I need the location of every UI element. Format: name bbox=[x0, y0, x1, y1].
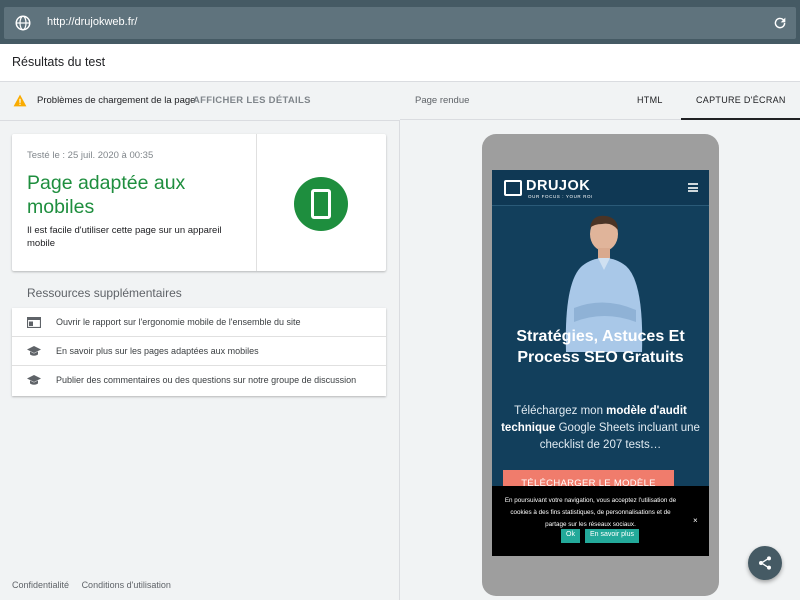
cookie-text: En poursuivant votre navigation, vous ac… bbox=[504, 497, 677, 528]
url-text[interactable]: http://drujokweb.fr/ bbox=[47, 16, 138, 28]
rendered-page-label: Page rendue bbox=[415, 95, 470, 106]
cookie-ok-button: Ok bbox=[561, 529, 580, 543]
reload-icon[interactable] bbox=[772, 15, 788, 31]
rendered-page-pane: Page rendue HTML CAPTURE D'ÉCRAN DRUJOK … bbox=[400, 82, 800, 600]
cookie-banner: En poursuivant votre navigation, vous ac… bbox=[492, 486, 709, 556]
phone-frame: DRUJOK OUR FOCUS : YOUR ROI Stratégies, … bbox=[482, 134, 719, 596]
resource-item-usability-report[interactable]: Ouvrir le rapport sur l'ergonomie mobile… bbox=[12, 308, 386, 337]
url-field[interactable]: http://drujokweb.fr/ bbox=[4, 7, 796, 39]
drujok-logo-icon bbox=[504, 180, 522, 196]
share-icon bbox=[759, 556, 771, 570]
mobile-friendly-badge bbox=[294, 177, 348, 231]
graduation-cap-icon bbox=[27, 375, 41, 385]
globe-icon bbox=[15, 15, 31, 31]
active-tab-indicator bbox=[681, 118, 800, 120]
url-bar: http://drujokweb.fr/ bbox=[0, 0, 800, 44]
verdict-description: Il est facile d'utiliser cette page sur … bbox=[27, 225, 222, 249]
resource-label[interactable]: En savoir plus sur les pages adaptées au… bbox=[56, 346, 259, 356]
resources-list: Ouvrir le rapport sur l'ergonomie mobile… bbox=[12, 308, 386, 396]
verdict-text-block: Testé le : 25 juil. 2020 à 00:35 Page ad… bbox=[12, 134, 257, 271]
page-title: Résultats du test bbox=[12, 55, 106, 69]
results-header: Résultats du test bbox=[0, 44, 800, 82]
graduation-cap-icon bbox=[27, 346, 41, 356]
smartphone-icon bbox=[311, 189, 331, 219]
warning-icon bbox=[13, 94, 27, 107]
resource-item-discussion-group[interactable]: Publier des commentaires ou des question… bbox=[12, 366, 386, 395]
render-tabs: Page rendue HTML CAPTURE D'ÉCRAN bbox=[400, 82, 800, 120]
cookie-learn-more-button: En savoir plus bbox=[585, 529, 639, 543]
terms-link[interactable]: Conditions d'utilisation bbox=[82, 580, 171, 590]
rendered-screenshot: DRUJOK OUR FOCUS : YOUR ROI Stratégies, … bbox=[492, 170, 709, 556]
resource-label[interactable]: Publier des commentaires ou des question… bbox=[56, 375, 356, 385]
tab-html[interactable]: HTML bbox=[637, 95, 663, 105]
privacy-link[interactable]: Confidentialité bbox=[12, 580, 69, 590]
site-navbar: DRUJOK OUR FOCUS : YOUR ROI bbox=[492, 170, 709, 206]
resources-title: Ressources supplémentaires bbox=[27, 286, 182, 300]
site-tagline: OUR FOCUS : YOUR ROI bbox=[528, 194, 593, 199]
tab-screenshot[interactable]: CAPTURE D'ÉCRAN bbox=[696, 95, 786, 105]
loading-issues-text: Problèmes de chargement de la page bbox=[37, 95, 196, 106]
share-button[interactable] bbox=[748, 546, 782, 580]
hero-subtitle-end: Google Sheets incluant une checklist de … bbox=[539, 422, 700, 451]
resource-item-learn-more[interactable]: En savoir plus sur les pages adaptées au… bbox=[12, 337, 386, 366]
divider bbox=[0, 120, 400, 121]
cookie-close-icon: × bbox=[693, 516, 698, 525]
resource-label[interactable]: Ouvrir le rapport sur l'ergonomie mobile… bbox=[56, 317, 301, 327]
loading-issues-bar: Problèmes de chargement de la page AFFIC… bbox=[0, 82, 400, 120]
site-logo-text: DRUJOK bbox=[526, 178, 591, 194]
hero-subtitle: Téléchargez mon modèle d'audit technique… bbox=[500, 403, 701, 454]
verdict-title: Page adaptée aux mobiles bbox=[27, 172, 186, 218]
show-details-link[interactable]: AFFICHER LES DÉTAILS bbox=[193, 95, 311, 106]
footer-links: Confidentialité Conditions d'utilisation bbox=[12, 580, 181, 590]
hero-headline: Stratégies, Astuces Et Process SEO Gratu… bbox=[516, 328, 685, 366]
verdict-card: Testé le : 25 juil. 2020 à 00:35 Page ad… bbox=[12, 134, 386, 271]
browser-window-icon bbox=[27, 317, 41, 328]
test-date: Testé le : 25 juil. 2020 à 00:35 bbox=[27, 150, 154, 161]
hero-subtitle-start: Téléchargez mon bbox=[514, 405, 607, 417]
results-pane: Problèmes de chargement de la page AFFIC… bbox=[0, 82, 400, 600]
hamburger-menu-icon bbox=[688, 183, 698, 192]
